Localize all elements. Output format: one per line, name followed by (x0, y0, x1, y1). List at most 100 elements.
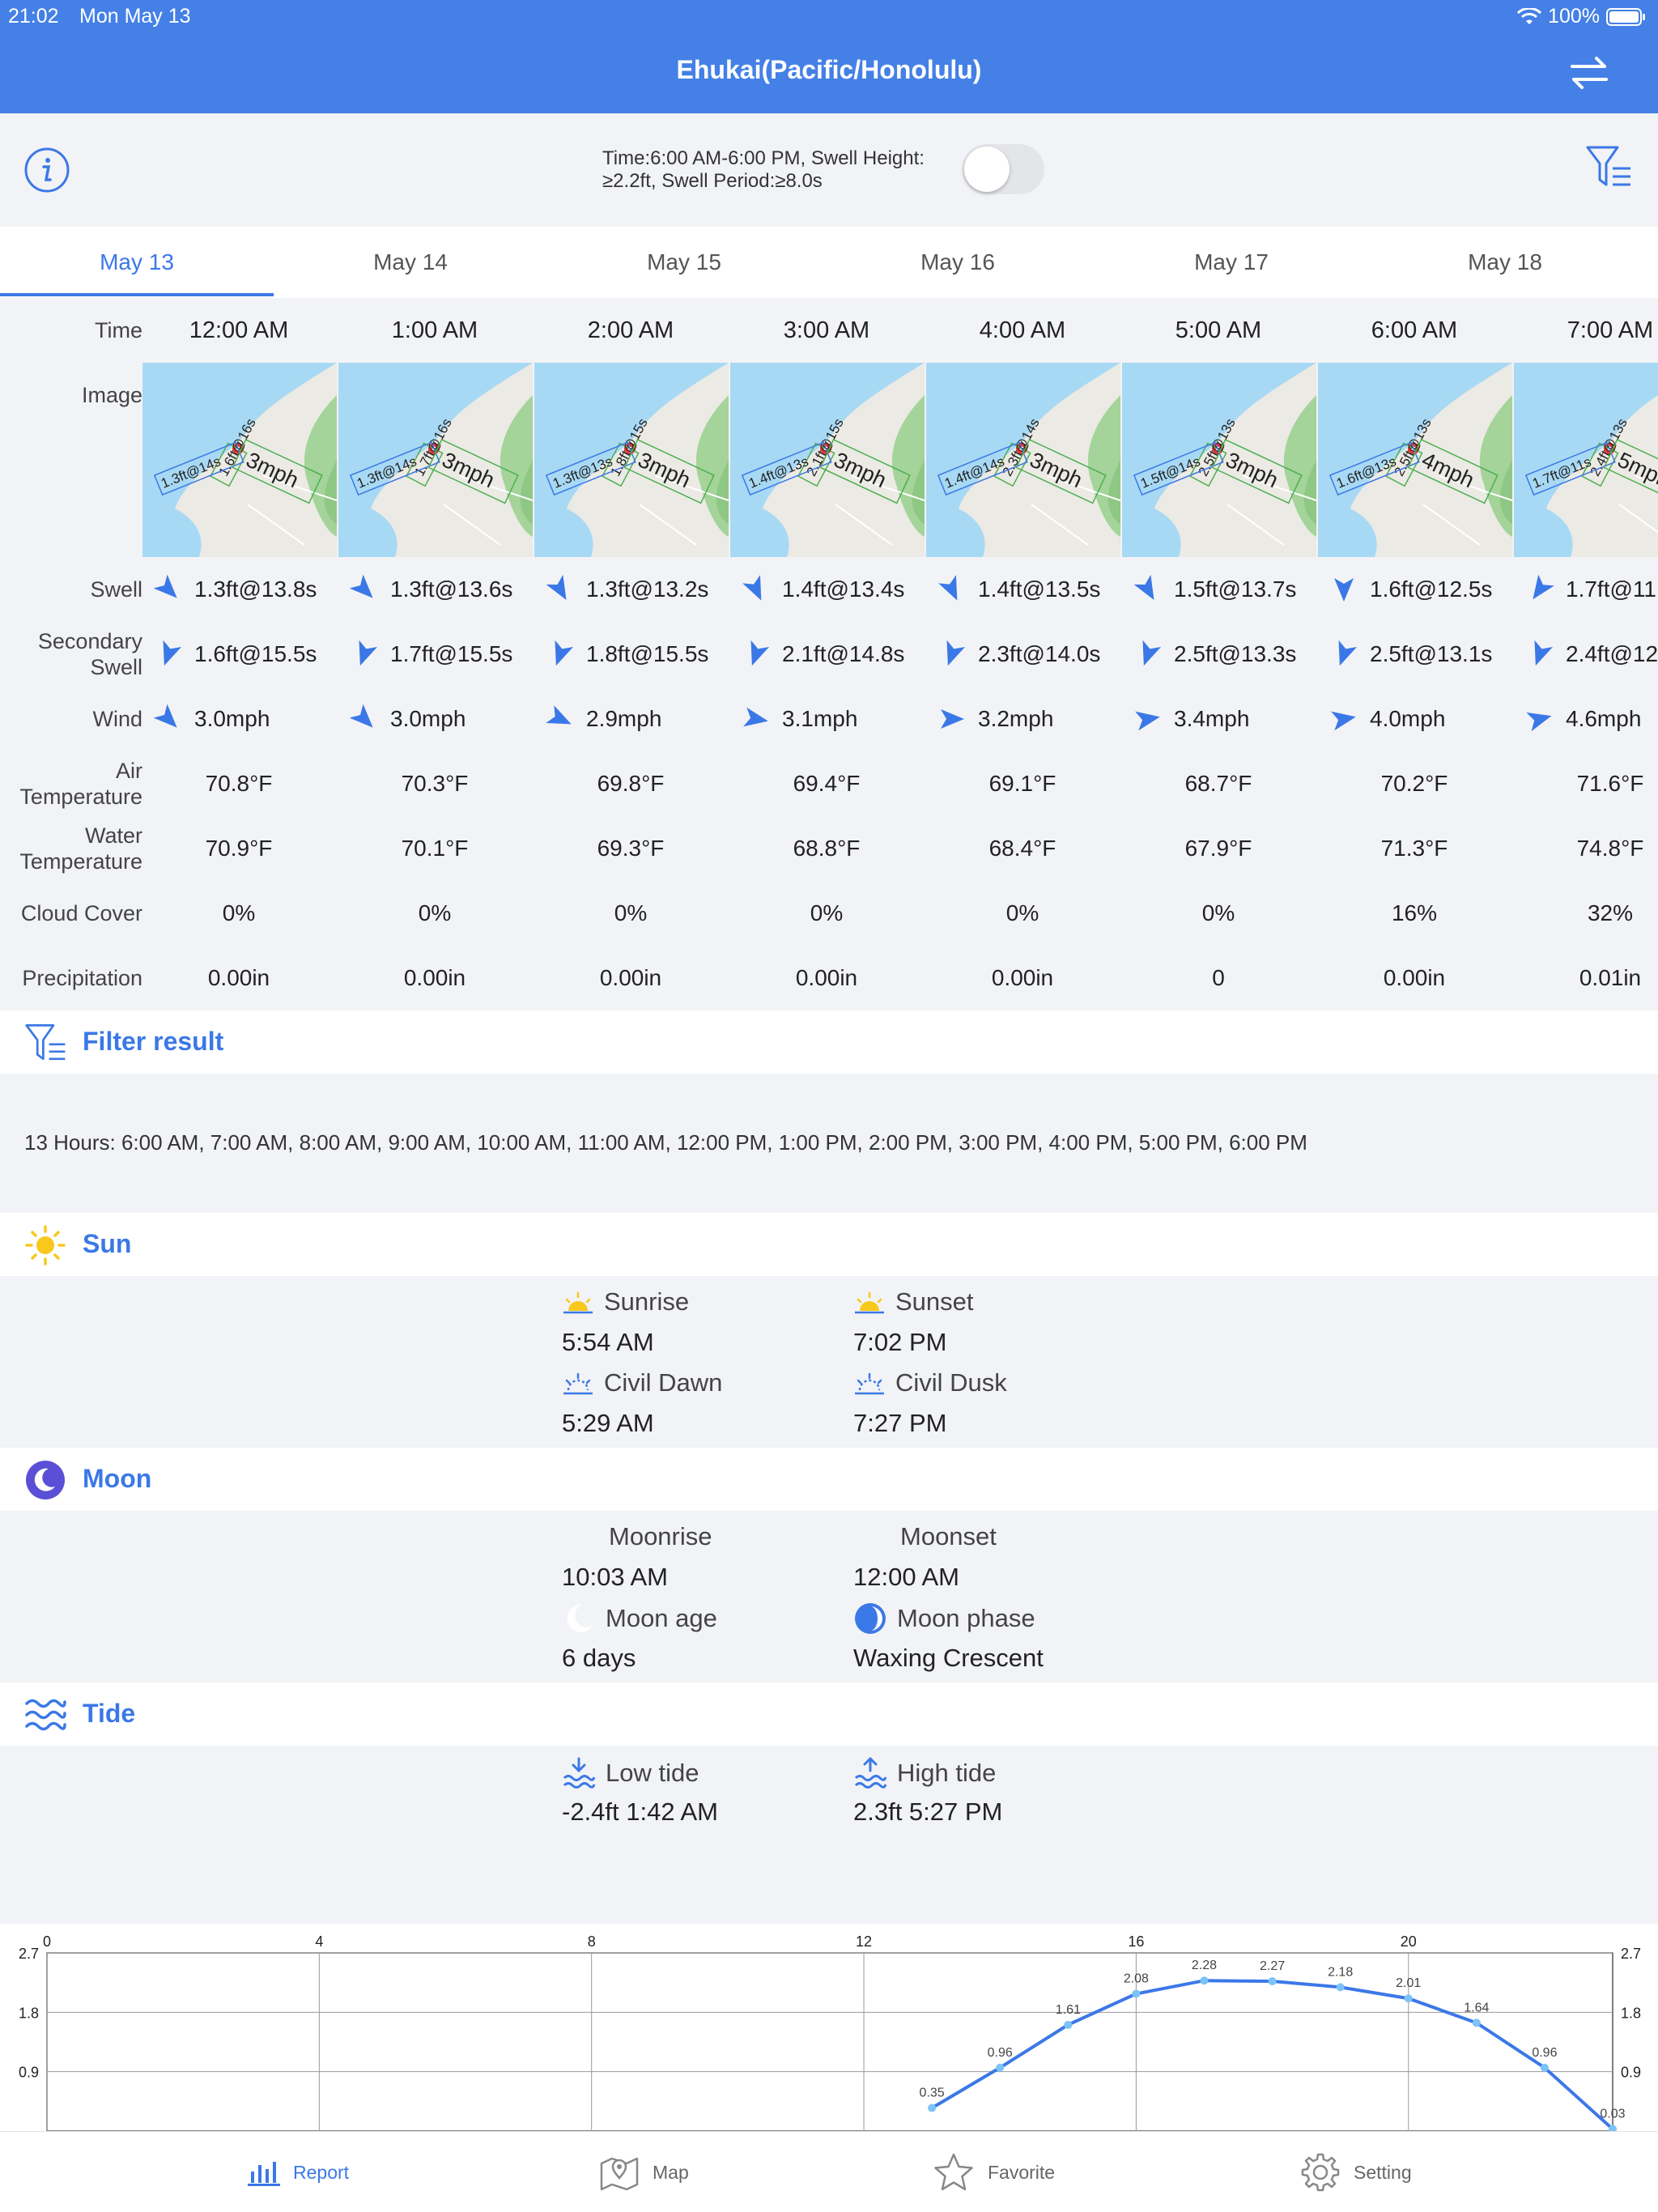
swell-value: 1.7ft@11.4 (1566, 576, 1658, 602)
water-temperature-value: 68.8°F (793, 836, 861, 861)
navigation-bar: 21:02 Mon May 13 100% Ehukai(Pacific/Hon… (0, 0, 1658, 113)
wind-cell: 4.0mph (1323, 703, 1519, 735)
wifi-icon (1517, 7, 1542, 24)
secondary-swell-cell: 1.8ft@15.5s (539, 638, 735, 670)
precipitation-value: 0.00in (795, 965, 858, 990)
cloud-cover-value: 0% (614, 900, 648, 925)
moon-header: Moon (0, 1448, 1658, 1511)
wind-cell: 3.1mph (735, 703, 931, 735)
precipitation-value: 0.00in (403, 965, 466, 990)
civil-dawn-label: Civil Dawn (562, 1368, 722, 1397)
filter-settings-icon[interactable] (1585, 144, 1634, 189)
swell-map-image[interactable]: 2.5ft@13s 1.6ft@13s 4mph (1318, 363, 1512, 557)
x-tick-label: 4 (315, 1933, 323, 1950)
water-temperature-value: 67.9°F (1184, 836, 1252, 861)
tide-data-point (1472, 2018, 1481, 2027)
filter-result-hours: 13 Hours: 6:00 AM, 7:00 AM, 8:00 AM, 9:0… (24, 1130, 1307, 1155)
tide-data-point (1064, 2020, 1073, 2029)
tab-may-15[interactable]: May 15 (547, 227, 821, 298)
tab-may-17[interactable]: May 17 (1095, 227, 1368, 298)
tab-favorite[interactable]: Favorite (933, 2132, 1055, 2212)
air-temperature-value: 69.1°F (988, 771, 1056, 796)
tide-data-label: 1.64 (1464, 2001, 1489, 2014)
tide-data-label: 2.28 (1192, 1959, 1217, 1972)
sunrise-label: Sunrise (562, 1287, 689, 1317)
secondary-swell-cell: 2.4ft@12 (1519, 638, 1658, 670)
wind-direction-arrow-icon (743, 707, 768, 727)
moon-icon (26, 1461, 65, 1499)
swell-cell: 1.4ft@13.4s (735, 573, 931, 606)
swell-direction-arrow-icon (742, 575, 762, 601)
swell-map-image[interactable]: 1.7ft@16s 1.3ft@14s 3mph (338, 363, 533, 557)
swell-map-image[interactable]: 2.5ft@13s 1.5ft@14s 3mph (1122, 363, 1316, 557)
swell-map-image[interactable]: 1.6ft@16s 1.3ft@14s 3mph (142, 363, 337, 557)
tab-may-13[interactable]: May 13 (0, 227, 274, 298)
civil-dusk-icon (855, 1372, 884, 1395)
swell-direction-arrow-icon (154, 575, 177, 598)
column-time: 2:00 AM (587, 317, 674, 343)
y-tick-label-left: 1.8 (19, 2005, 39, 2021)
map-pin-icon (600, 2157, 639, 2191)
tab-map[interactable]: Map (599, 2132, 689, 2212)
column-time: 6:00 AM (1371, 317, 1458, 343)
swell-value: 1.5ft@13.7s (1174, 576, 1297, 602)
tab-may-14[interactable]: May 14 (274, 227, 547, 298)
swell-map-image[interactable]: 2.4ft@13s 1.7ft@11s 5mph (1514, 363, 1658, 557)
moon-phase-label: Moon phase (853, 1602, 1035, 1636)
swell-map-image[interactable]: 2.1ft@15s 1.4ft@13s 3mph (730, 363, 925, 557)
swell-map-image[interactable]: 1.8ft@15s 1.3ft@13s 3mph (534, 363, 729, 557)
row-label-water-temperature: Temperature (19, 849, 142, 874)
swap-arrows-icon[interactable] (1569, 55, 1609, 91)
secondary-swell-cell: 2.3ft@14.0s (931, 638, 1127, 670)
air-temperature-value: 69.4°F (793, 771, 861, 796)
tide-data-label: 0.03 (1600, 2108, 1625, 2121)
status-time: 21:02 (8, 5, 59, 28)
secondary-swell-direction-arrow-icon (1338, 640, 1358, 666)
swell-map-image[interactable]: 2.3ft@14s 1.4ft@14s 3mph (926, 363, 1120, 557)
moon-body (0, 1511, 1658, 1682)
swell-value: 1.3ft@13.6s (390, 576, 513, 602)
air-temperature-value: 70.2°F (1380, 771, 1448, 796)
y-tick-label-right: 1.8 (1621, 2005, 1641, 2021)
swell-direction-arrow-icon (350, 575, 373, 598)
precipitation-value: 0 (1212, 965, 1225, 990)
secondary-swell-direction-arrow-icon (750, 640, 770, 666)
sun-body (0, 1276, 1658, 1448)
civil-dusk-label-text: Civil Dusk (895, 1368, 1007, 1397)
moon-phase-icon (855, 1603, 886, 1634)
water-temperature-value: 70.1°F (401, 836, 469, 861)
map-illustration: 1.7ft@16s 1.3ft@14s 3mph (338, 363, 533, 557)
info-icon[interactable] (23, 146, 71, 194)
moon-age-icon (567, 1604, 593, 1632)
high-tide-value: 2.3ft 5:27 PM (853, 1797, 1003, 1826)
cloud-cover-value: 0% (222, 900, 256, 925)
swell-value: 1.6ft@12.5s (1370, 576, 1493, 602)
sunrise-icon (563, 1291, 593, 1314)
tab-may-16[interactable]: May 16 (821, 227, 1095, 298)
swell-cell: 1.7ft@11.4 (1519, 573, 1658, 606)
filter-toggle[interactable] (962, 144, 1044, 194)
secondary-swell-cell: 2.1ft@14.8s (735, 638, 931, 670)
moon-age-label: Moon age (562, 1602, 717, 1636)
wind-value: 3.0mph (194, 706, 270, 731)
status-date: Mon May 13 (79, 5, 191, 28)
swell-value: 1.4ft@13.5s (978, 576, 1101, 602)
x-tick-label: 12 (856, 1933, 872, 1950)
tide-data-label: 0.96 (1532, 2046, 1557, 2060)
row-label-air-temperature: Temperature (19, 785, 142, 809)
x-tick-label: 0 (43, 1933, 51, 1950)
tab-report[interactable]: Report (248, 2132, 349, 2212)
tab-may-18[interactable]: May 18 (1368, 227, 1642, 298)
column-time: 7:00 AM (1567, 317, 1654, 343)
tab-setting[interactable]: Setting (1300, 2132, 1412, 2212)
map-illustration: 2.5ft@13s 1.5ft@14s 3mph (1122, 363, 1316, 557)
battery-percent: 100% (1548, 5, 1600, 28)
tide-data-point (1200, 1976, 1209, 1985)
high-tide-label: High tide (853, 1757, 996, 1789)
secondary-swell-value: 1.7ft@15.5s (390, 641, 513, 666)
secondary-swell-value: 2.3ft@14.0s (978, 641, 1101, 666)
swell-value: 1.3ft@13.8s (194, 576, 317, 602)
secondary-swell-direction-arrow-icon (1534, 640, 1554, 666)
battery-icon (1606, 7, 1645, 26)
tab-bar: Report Map Favorite Setting (0, 2131, 1658, 2212)
